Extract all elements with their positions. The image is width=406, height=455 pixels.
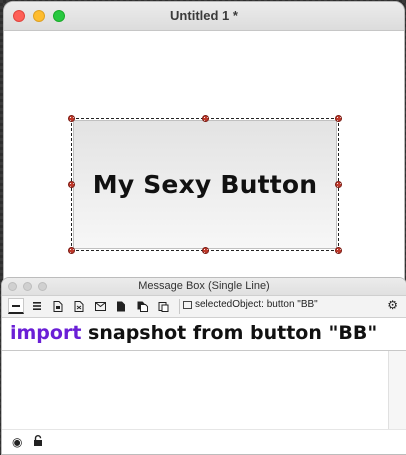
- toolbar-divider: [179, 299, 180, 314]
- single-line-icon[interactable]: [8, 298, 24, 314]
- resize-handle-top-left[interactable]: [68, 115, 75, 122]
- paste-icon[interactable]: [155, 298, 171, 314]
- results-area[interactable]: [2, 351, 388, 429]
- target-icon[interactable]: ◉: [12, 435, 22, 449]
- command-input[interactable]: import snapshot from button "BB": [2, 318, 406, 351]
- resize-handle-bottom-right[interactable]: [335, 247, 342, 254]
- window-title: Untitled 1 *: [170, 8, 238, 23]
- resize-handle-top-right[interactable]: [335, 115, 342, 122]
- message-box-window: Message Box (Single Line) selectedObject…: [1, 277, 406, 455]
- command-text: snapshot from button "BB": [81, 322, 378, 344]
- object-icon: [183, 300, 192, 309]
- title-bar[interactable]: Untitled 1 *: [4, 2, 404, 31]
- resize-handle-top[interactable]: [202, 115, 209, 122]
- multi-line-icon[interactable]: [29, 298, 45, 314]
- resize-handle-bottom[interactable]: [202, 247, 209, 254]
- stack-script-icon[interactable]: [71, 298, 87, 314]
- resize-handle-left[interactable]: [68, 181, 75, 188]
- resize-handle-bottom-left[interactable]: [68, 247, 75, 254]
- selection-outline: [71, 118, 339, 251]
- card-canvas[interactable]: My Sexy Button: [4, 31, 404, 302]
- message-icon[interactable]: [92, 298, 108, 314]
- selected-object-indicator: selectedObject: button "BB": [183, 299, 318, 310]
- results-scrollbar[interactable]: [388, 351, 406, 429]
- message-box-title-bar[interactable]: Message Box (Single Line): [2, 278, 406, 296]
- copy-icon[interactable]: [134, 298, 150, 314]
- lock-icon[interactable]: [33, 435, 43, 450]
- script-icon[interactable]: [113, 298, 129, 314]
- message-box-toolbar: selectedObject: button "BB" ⚙: [2, 296, 406, 318]
- selected-object-text: selectedObject: button "BB": [195, 299, 318, 310]
- resize-handle-right[interactable]: [335, 181, 342, 188]
- card-script-icon[interactable]: [50, 298, 66, 314]
- message-box-title: Message Box (Single Line): [138, 280, 270, 292]
- stack-window: Untitled 1 * My Sexy Button: [3, 1, 405, 303]
- status-bar: ◉: [2, 429, 406, 454]
- gear-icon[interactable]: ⚙: [387, 298, 398, 312]
- command-keyword: import: [10, 322, 82, 344]
